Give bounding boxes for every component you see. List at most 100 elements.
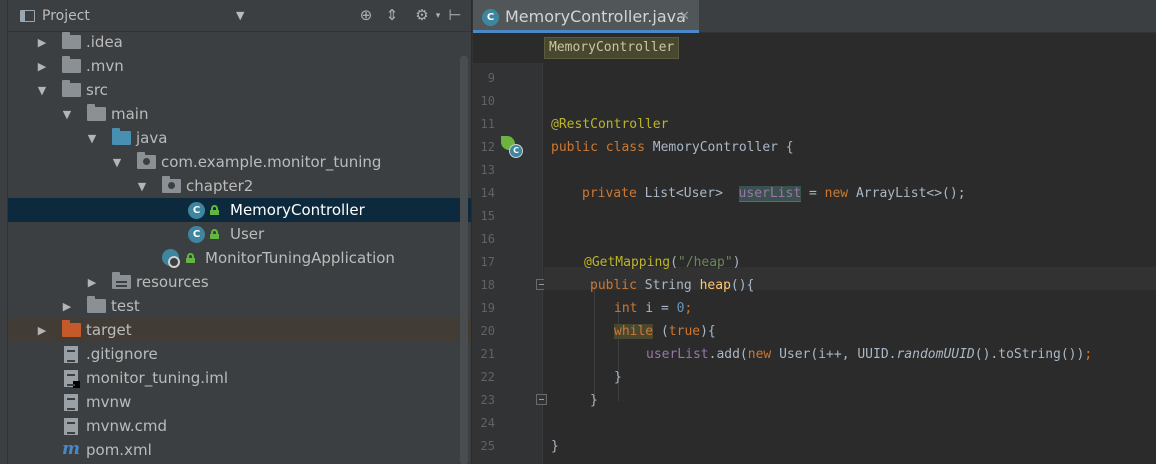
line-number: 20: [480, 324, 495, 338]
text-file-icon: [64, 394, 78, 411]
tree-item-label: User: [230, 225, 265, 243]
collapse-arrow-icon[interactable]: ▼: [36, 84, 48, 97]
tree-item-label: mvnw: [86, 393, 132, 411]
module-file-icon: [64, 370, 80, 388]
folder-icon: [62, 32, 81, 49]
tab-memorycontroller[interactable]: C MemoryController.java ✕: [473, 0, 699, 33]
tree-item-pom[interactable]: m pom.xml: [8, 438, 471, 462]
view-dropdown-icon[interactable]: ▼: [236, 9, 244, 22]
tree-item-main[interactable]: ▼ main: [8, 102, 471, 126]
tree-item-target[interactable]: ▶ target: [8, 318, 471, 342]
line-number: 25: [480, 439, 495, 453]
breadcrumb-bar: MemoryController: [473, 33, 1156, 63]
tree-item-label: src: [86, 81, 108, 99]
line-number: 24: [480, 416, 495, 430]
excluded-folder-icon: [62, 320, 81, 337]
line-number: 11: [480, 117, 495, 131]
tree-item-label: .idea: [86, 33, 123, 51]
code-line-25: }: [551, 439, 559, 454]
tree-item-label: target: [86, 321, 132, 339]
tree-item-mvnw[interactable]: mvnw: [8, 390, 471, 414]
folder-icon: [87, 296, 106, 313]
expand-arrow-icon[interactable]: ▶: [36, 60, 48, 73]
line-number: 16: [480, 232, 495, 246]
class-icon: C: [188, 202, 205, 219]
line-number: 21: [480, 347, 495, 361]
folder-icon: [87, 104, 106, 121]
line-number: 13: [480, 163, 495, 177]
close-tab-icon[interactable]: ✕: [679, 9, 690, 24]
tree-item-mvn[interactable]: ▶ .mvn: [8, 54, 471, 78]
code-area[interactable]: @RestController public class MemoryContr…: [544, 63, 1156, 464]
tree-item-monitortuningapplication[interactable]: MonitorTuningApplication: [8, 246, 471, 270]
lock-icon: [210, 205, 219, 215]
tree-item-mvnw-cmd[interactable]: mvnw.cmd: [8, 414, 471, 438]
expand-arrow-icon[interactable]: ▶: [36, 36, 48, 49]
tree-item-memorycontroller[interactable]: C MemoryController: [8, 198, 471, 222]
maven-icon: m: [62, 439, 80, 459]
hide-panel-icon[interactable]: ⊢: [445, 6, 465, 24]
tree-item-label: .mvn: [86, 57, 124, 75]
line-number: 22: [480, 370, 495, 384]
tree-item-chapter2[interactable]: ▼ chapter2: [8, 174, 471, 198]
class-icon: C: [482, 9, 499, 26]
code-line-14: private List<User> userList = new ArrayL…: [582, 186, 966, 202]
tree-item-label: resources: [136, 273, 209, 291]
scroll-from-source-icon[interactable]: ⊕: [356, 6, 376, 24]
breadcrumb[interactable]: MemoryController: [544, 37, 680, 59]
code-line-17: @GetMapping("/heap"): [584, 255, 741, 270]
line-number: 9: [487, 71, 495, 85]
text-file-icon: [64, 418, 78, 435]
tree-item-label: chapter2: [186, 177, 254, 195]
lock-icon: [210, 229, 219, 239]
tree-item-resources[interactable]: ▶ resources: [8, 270, 471, 294]
package-icon: [162, 176, 181, 193]
tree-item-src[interactable]: ▼ src: [8, 78, 471, 102]
collapse-arrow-icon[interactable]: ▼: [86, 132, 98, 145]
collapse-all-icon[interactable]: ⇕: [382, 6, 402, 24]
project-view-title[interactable]: Project: [42, 8, 90, 24]
expand-arrow-icon[interactable]: ▶: [86, 276, 98, 289]
folder-icon: [62, 80, 81, 97]
line-number: 15: [480, 209, 495, 223]
expand-arrow-icon[interactable]: ▶: [36, 324, 48, 337]
expand-arrow-icon[interactable]: ▶: [61, 300, 73, 313]
collapse-arrow-icon[interactable]: ▼: [61, 108, 73, 121]
text-file-icon: [64, 346, 78, 363]
tree-item-label: pom.xml: [86, 441, 152, 459]
fold-icon[interactable]: [536, 394, 547, 405]
folder-icon: [62, 56, 81, 73]
project-tree-scrollbar[interactable]: [460, 56, 468, 464]
tree-item-iml[interactable]: monitor_tuning.iml: [8, 366, 471, 390]
project-view-icon: [20, 10, 35, 22]
tree-item-package[interactable]: ▼ com.example.monitor_tuning: [8, 150, 471, 174]
code-line-23: }: [590, 393, 598, 408]
tree-item-label: .gitignore: [86, 345, 158, 363]
tree-item-test[interactable]: ▶ test: [8, 294, 471, 318]
line-number: 23: [480, 393, 495, 407]
line-number: 14: [480, 186, 495, 200]
collapse-arrow-icon[interactable]: ▼: [136, 180, 148, 193]
tree-item-gitignore[interactable]: .gitignore: [8, 342, 471, 366]
code-line-21: userList.add(new User(i++, UUID.randomUU…: [646, 347, 1093, 362]
project-panel-header: Project ▼ ⊕ ⇕ ⚙ ▾ ⊢: [8, 0, 471, 32]
tree-item-java[interactable]: ▼ java: [8, 126, 471, 150]
line-number: 18: [480, 278, 495, 292]
line-number: 19: [480, 301, 495, 315]
class-icon: C: [188, 226, 205, 243]
lock-icon: [186, 253, 195, 263]
tree-item-label: mvnw.cmd: [86, 417, 168, 435]
code-line-12: public class MemoryController {: [551, 140, 794, 155]
code-line-22: }: [614, 370, 622, 385]
editor-tab-bar: C MemoryController.java ✕: [473, 0, 1156, 33]
line-number: 10: [480, 94, 495, 108]
tree-item-idea[interactable]: ▶ .idea: [8, 30, 471, 54]
tree-item-label: monitor_tuning.iml: [86, 369, 228, 387]
code-line-11: @RestController: [551, 117, 669, 132]
collapse-arrow-icon[interactable]: ▼: [111, 156, 123, 169]
source-folder-icon: [112, 128, 131, 145]
spring-bean-gutter-icon[interactable]: C: [501, 136, 525, 160]
code-line-19: int i = 0;: [614, 301, 693, 316]
tree-item-label: MemoryController: [230, 201, 365, 219]
tree-item-user[interactable]: C User: [8, 222, 471, 246]
